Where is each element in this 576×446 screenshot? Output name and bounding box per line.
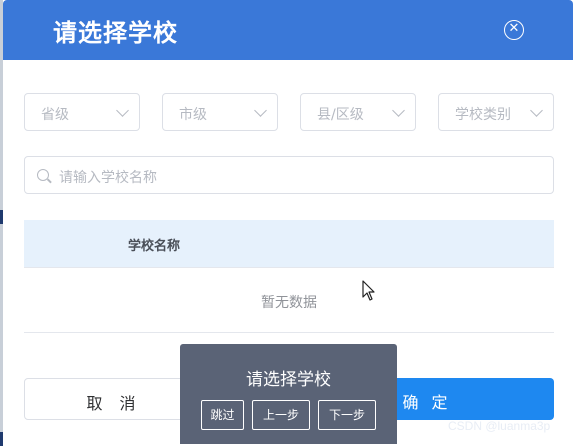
column-school-name: 学校名称 bbox=[128, 239, 181, 254]
province-placeholder: 省级 bbox=[41, 107, 69, 123]
chevron-down-icon bbox=[116, 104, 129, 117]
dialog-title: 请选择学校 bbox=[53, 19, 178, 47]
tour-prev-button[interactable]: 上一步 bbox=[252, 400, 310, 430]
table-empty: 暂无数据 bbox=[24, 268, 554, 333]
school-type-select[interactable]: 学校类别 bbox=[438, 93, 554, 131]
dialog-header: 请选择学校 ✕ bbox=[3, 0, 573, 60]
cancel-label: 取 消 bbox=[86, 394, 142, 413]
watermark: CSDN @luanma3p bbox=[448, 419, 551, 433]
empty-text: 暂无数据 bbox=[261, 295, 317, 311]
close-icon[interactable]: ✕ bbox=[504, 20, 524, 40]
tour-popover: 请选择学校 跳过 上一步 下一步 bbox=[180, 344, 397, 444]
confirm-button[interactable]: 确 定 bbox=[375, 378, 554, 420]
table-header: 学校名称 bbox=[24, 220, 554, 268]
tour-title: 请选择学校 bbox=[246, 370, 331, 390]
search-icon bbox=[37, 169, 49, 181]
city-select[interactable]: 市级 bbox=[162, 93, 278, 131]
cancel-button[interactable]: 取 消 bbox=[24, 378, 202, 420]
search-placeholder: 请输入学校名称 bbox=[59, 170, 157, 186]
school-type-placeholder: 学校类别 bbox=[455, 107, 511, 123]
chevron-down-icon bbox=[392, 104, 405, 117]
tour-skip-button[interactable]: 跳过 bbox=[201, 400, 244, 430]
county-placeholder: 县/区级 bbox=[317, 107, 364, 123]
city-placeholder: 市级 bbox=[179, 107, 207, 123]
chevron-down-icon bbox=[530, 104, 543, 117]
chevron-down-icon bbox=[254, 104, 267, 117]
school-search-input[interactable]: 请输入学校名称 bbox=[24, 156, 554, 194]
county-select[interactable]: 县/区级 bbox=[300, 93, 416, 131]
mouse-cursor-icon bbox=[362, 280, 375, 301]
tour-next-button[interactable]: 下一步 bbox=[318, 400, 376, 430]
province-select[interactable]: 省级 bbox=[24, 93, 140, 131]
